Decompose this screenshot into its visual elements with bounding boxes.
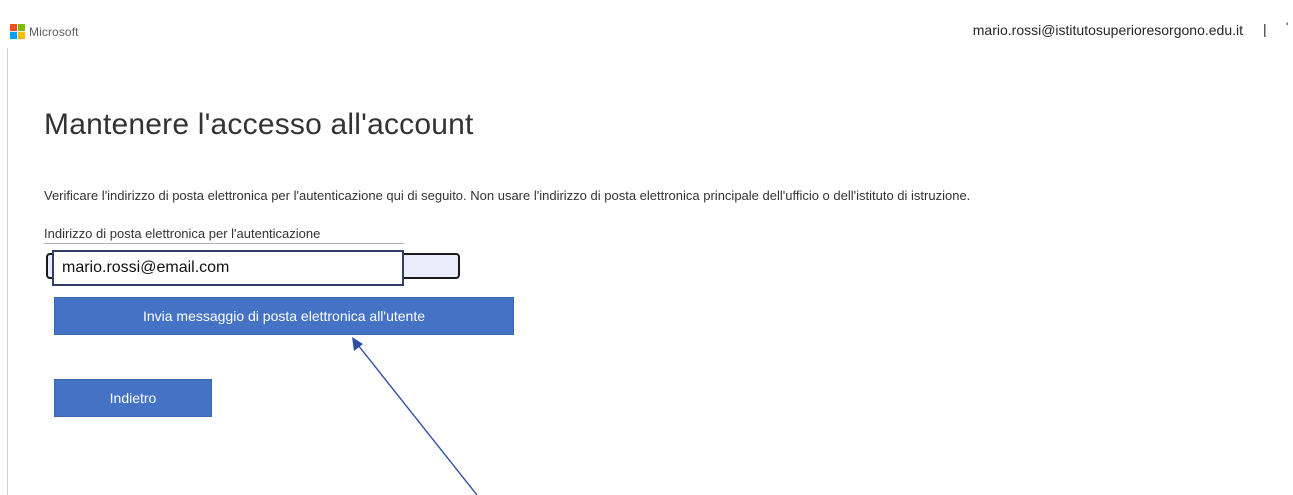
email-field[interactable]: mario.rossi@email.com (52, 250, 404, 286)
back-button[interactable]: Indietro (54, 379, 212, 417)
left-divider (7, 48, 8, 495)
microsoft-logo-icon (10, 24, 25, 39)
header-menu-glyph: ' (1286, 20, 1289, 34)
annotation-arrow-icon (352, 337, 478, 495)
page-title: Mantenere l'accesso all'account (44, 108, 474, 141)
instructions-text: Verificare l'indirizzo di posta elettron… (44, 188, 971, 203)
header-separator: | (1263, 21, 1267, 37)
field-label-underline (44, 243, 404, 244)
brand-label: Microsoft (29, 24, 79, 39)
email-field-label: Indirizzo di posta elettronica per l'aut… (44, 226, 321, 241)
page: Microsoft mario.rossi@istitutosuperiores… (0, 0, 1293, 495)
send-email-button[interactable]: Invia messaggio di posta elettronica all… (54, 297, 514, 335)
account-email[interactable]: mario.rossi@istitutosuperioresorgono.edu… (973, 22, 1243, 38)
top-bar: Microsoft mario.rossi@istitutosuperiores… (0, 0, 1293, 48)
microsoft-logo[interactable]: Microsoft (10, 24, 79, 39)
